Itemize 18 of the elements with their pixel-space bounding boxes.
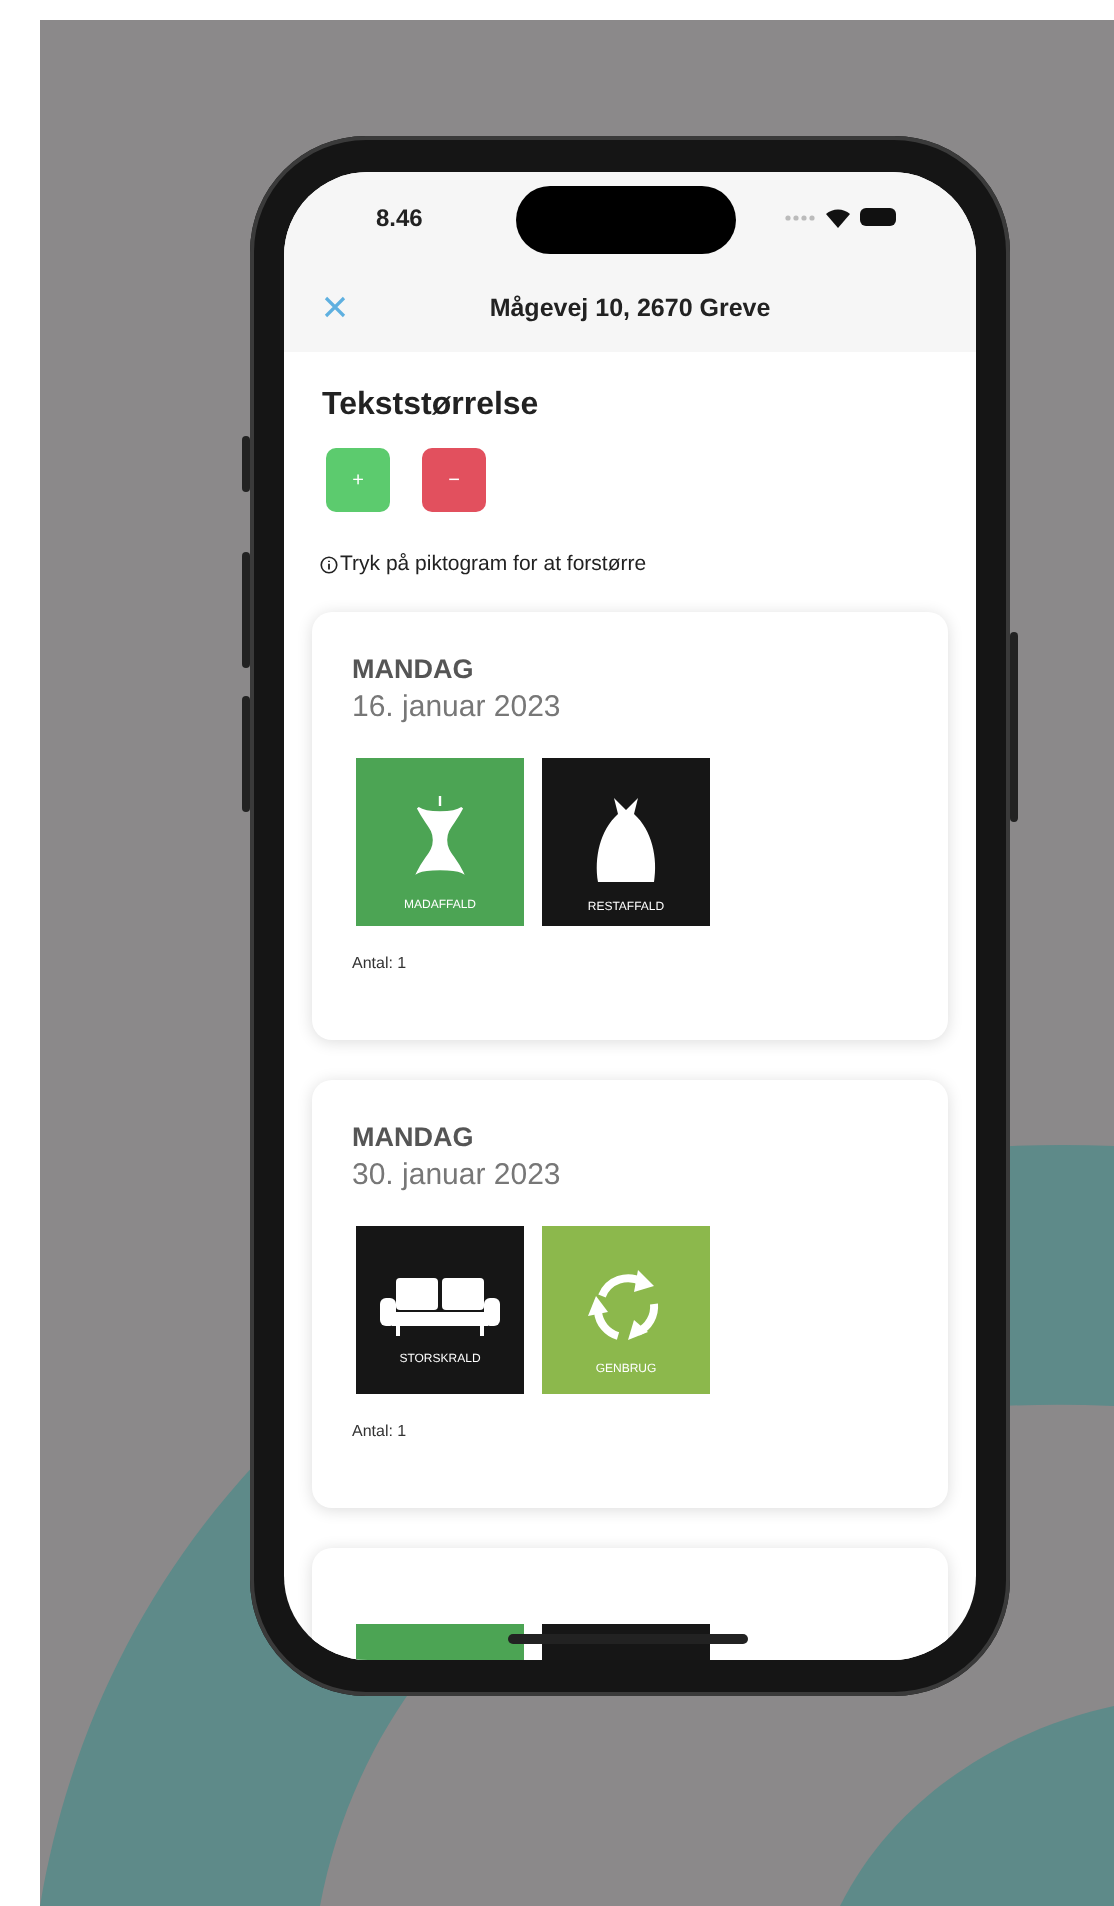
hint-text: Tryk på piktogram for at forstørre [340,552,647,576]
increase-button[interactable]: + [326,448,390,512]
decrease-button[interactable]: − [422,448,486,512]
trash-bag-icon [592,794,660,886]
info-icon [320,555,338,573]
date-label: 30. januar 2023 [352,1158,563,1192]
count-label: Antal: 1 [352,1422,409,1440]
sofa-icon [380,1278,500,1338]
weekday-label: MANDAG [352,1122,476,1152]
date-label: 16. januar 2023 [352,690,563,724]
wifi-icon [826,207,850,227]
count-label: Antal: 1 [352,954,409,972]
battery-icon [860,208,896,226]
weekday-label: MANDAG [352,654,476,684]
status-time: 8.46 [376,203,423,231]
signal-icon [784,213,816,221]
section-title: Tekststørrelse [320,388,541,424]
nav-title: Mågevej 10, 2670 Greve [489,293,771,321]
